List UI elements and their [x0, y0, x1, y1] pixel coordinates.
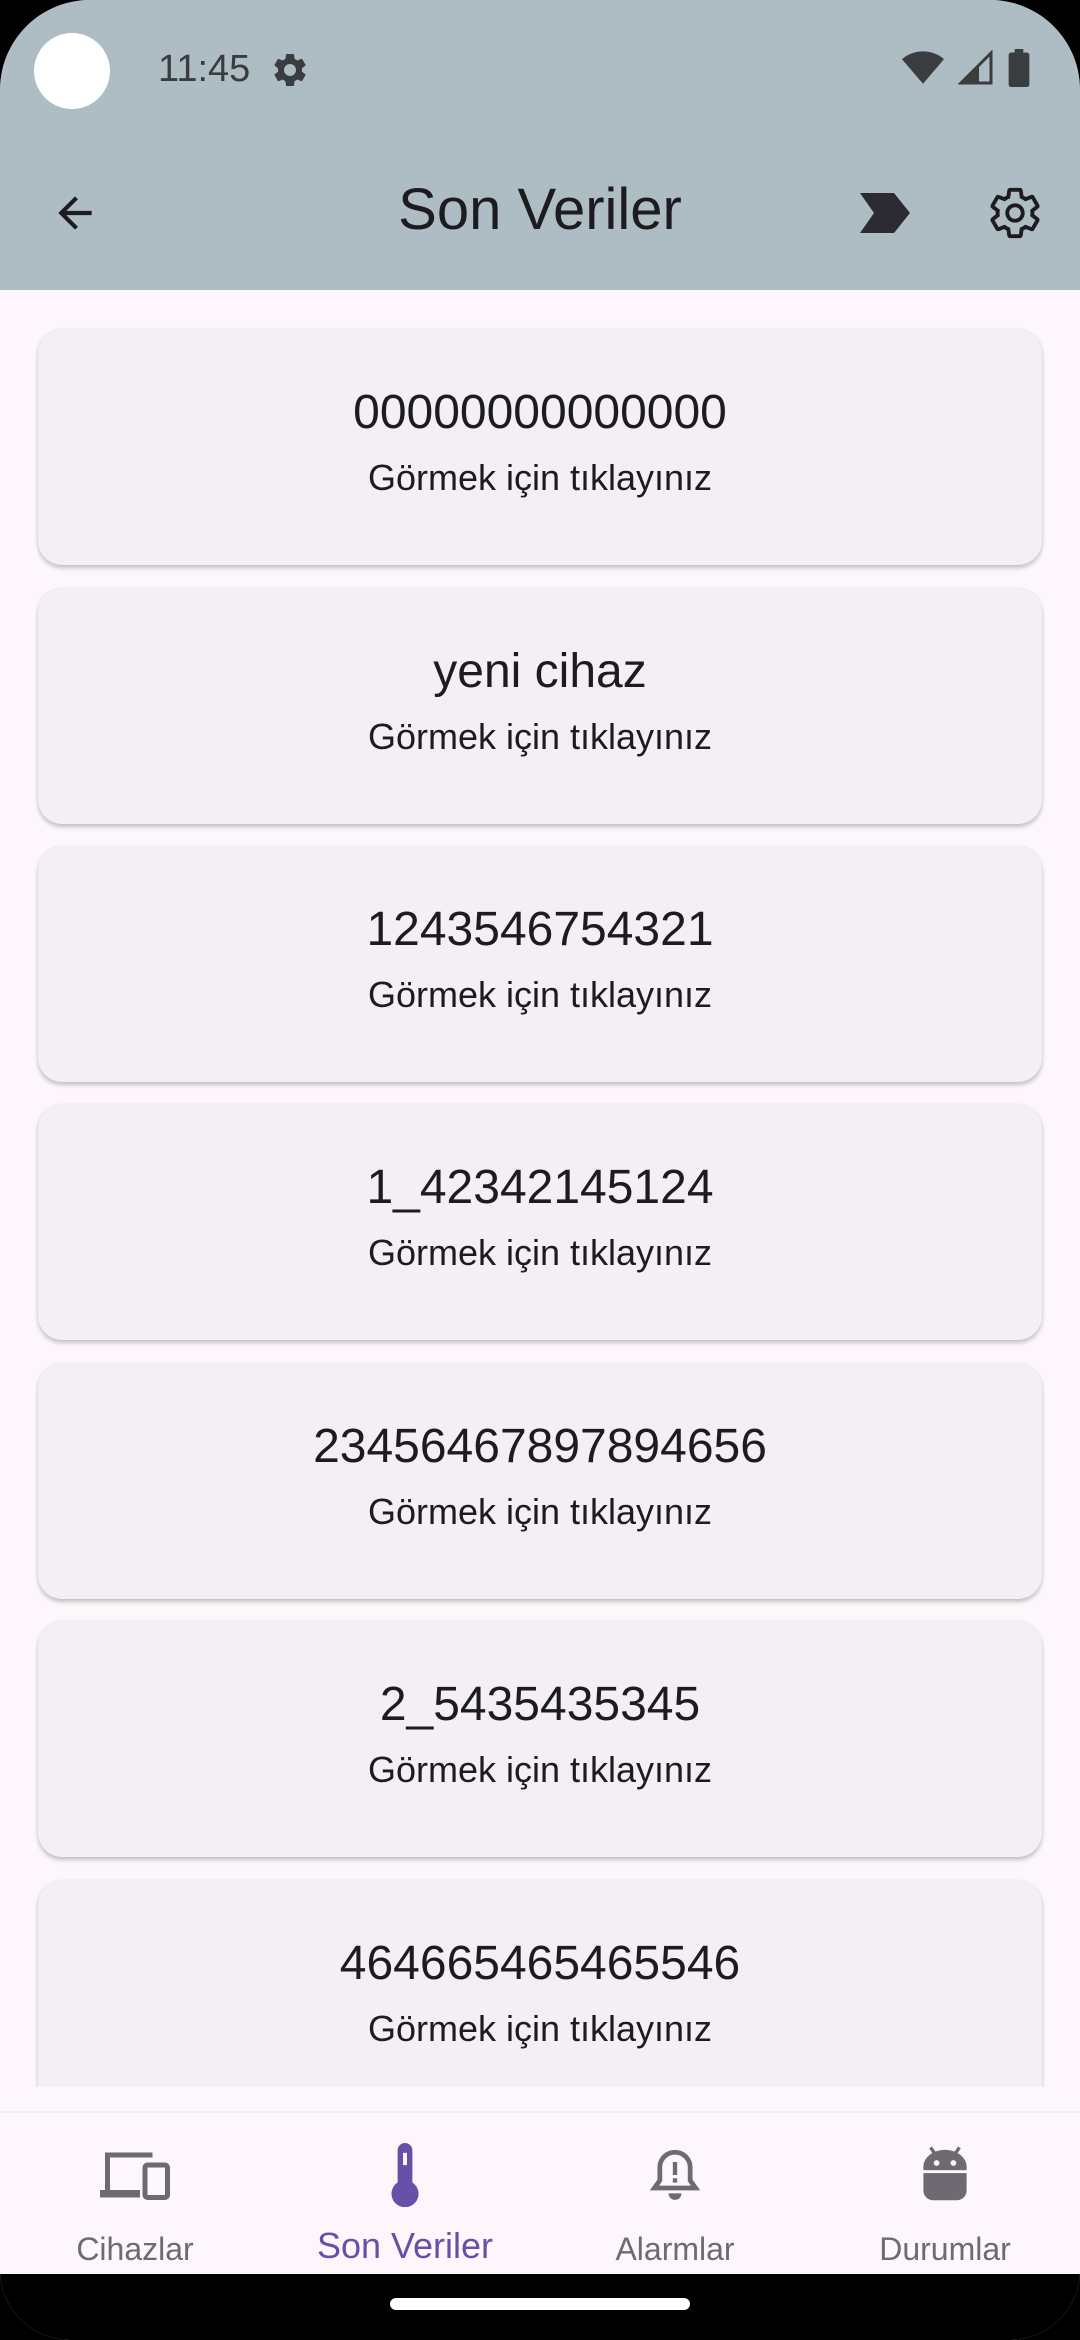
device-name: 1_42342145124: [366, 1161, 714, 1214]
device-card[interactable]: 00000000000000 Görmek için tıklayınız: [38, 329, 1042, 565]
device-name: 1243546754321: [366, 903, 714, 956]
wifi-icon: [902, 50, 944, 91]
camera-cutout: [34, 33, 110, 109]
nav-item-son-veriler[interactable]: Son Veriler: [270, 2113, 540, 2276]
device-name: 23456467897894656: [313, 1420, 767, 1473]
nav-label: Alarmlar: [615, 2231, 735, 2267]
android-icon: [810, 2143, 1080, 2207]
nav-item-durumlar[interactable]: Durumlar: [810, 2113, 1080, 2276]
battery-icon: [1008, 48, 1030, 92]
device-hint: Görmek için tıklayınız: [367, 2008, 713, 2049]
device-hint: Görmek için tıklayınız: [367, 716, 713, 757]
nav-item-cihazlar[interactable]: Cihazlar: [0, 2113, 270, 2276]
device-hint: Görmek için tıklayınız: [367, 457, 713, 498]
device-card[interactable]: 23456467897894656 Görmek için tıklayınız: [38, 1363, 1042, 1599]
status-bar: 11:45: [0, 0, 1080, 140]
device-name: 2_5435435345: [379, 1678, 701, 1731]
status-icons: [902, 48, 1030, 92]
nav-label: Durumlar: [879, 2231, 1011, 2267]
label-icon: [860, 192, 910, 238]
device-hint: Görmek için tıklayınız: [367, 1232, 713, 1273]
settings-button[interactable]: [980, 180, 1050, 250]
top-app-area: 11:45 Son Veriler: [0, 0, 1080, 290]
device-card[interactable]: 2_5435435345 Görmek için tıklayınız: [38, 1621, 1042, 1857]
device-name: 00000000000000: [353, 386, 727, 439]
device-hint: Görmek için tıklayınız: [367, 1749, 713, 1790]
device-card[interactable]: 1_42342145124 Görmek için tıklayınız: [38, 1104, 1042, 1340]
device-card[interactable]: 464665465465546 Görmek için tıklayınız: [38, 1880, 1042, 2087]
gesture-navigation-bar: [0, 2274, 1080, 2340]
device-name: yeni cihaz: [433, 645, 647, 698]
phone-screen: 11:45 Son Veriler 00000000000000 Görmek …: [0, 0, 1080, 2340]
device-list: 00000000000000 Görmek için tıklayınız ye…: [0, 290, 1080, 2087]
app-bar: Son Veriler: [0, 140, 1080, 290]
device-card[interactable]: 1243546754321 Görmek için tıklayınız: [38, 846, 1042, 1082]
thermometer-icon: [270, 2143, 540, 2207]
signal-icon: [957, 48, 994, 91]
alarm-bell-icon: [540, 2143, 810, 2207]
device-name: 464665465465546: [339, 1937, 741, 1990]
settings-icon: [270, 50, 310, 90]
nav-label: Cihazlar: [76, 2231, 194, 2267]
status-time: 11:45: [158, 48, 251, 90]
gear-icon: [986, 184, 1044, 247]
device-hint: Görmek için tıklayınız: [367, 974, 713, 1015]
label-button[interactable]: [850, 180, 920, 250]
nav-label: Son Veriler: [316, 2225, 494, 2266]
nav-item-alarmlar[interactable]: Alarmlar: [540, 2113, 810, 2276]
device-card[interactable]: yeni cihaz Görmek için tıklayınız: [38, 588, 1042, 824]
devices-icon: [0, 2143, 270, 2207]
home-handle[interactable]: [390, 2298, 690, 2310]
device-hint: Görmek için tıklayınız: [367, 1491, 713, 1532]
bottom-navigation: Cihazlar Son Veriler Alarmlar Durumlar: [0, 2111, 1080, 2274]
